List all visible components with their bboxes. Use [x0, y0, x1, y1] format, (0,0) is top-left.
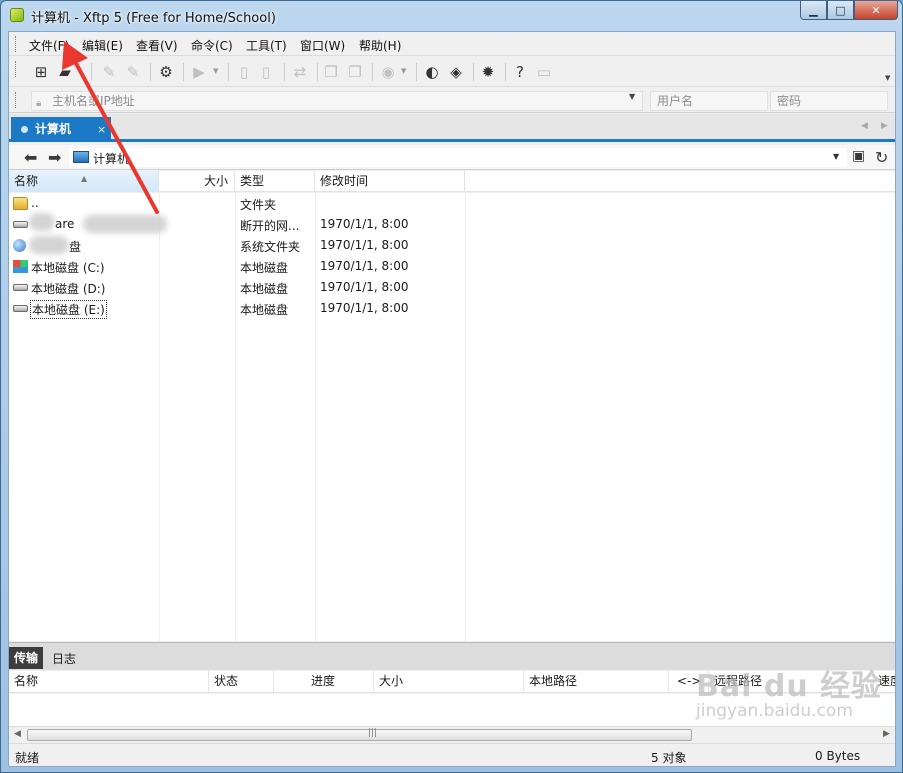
- annotation-arrow-shaft: [70, 54, 159, 214]
- annotation-arrow-icon: [62, 41, 159, 214]
